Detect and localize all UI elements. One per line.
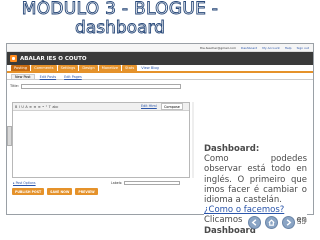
next-slide-button[interactable] xyxy=(282,216,295,229)
tab-comments[interactable]: Comments xyxy=(31,65,57,71)
text-color-icon[interactable]: A xyxy=(25,105,27,109)
blogger-logo-icon xyxy=(10,55,17,62)
underline-icon[interactable]: U xyxy=(21,105,23,109)
callout-body: Como podedes observar está todo en inglé… xyxy=(204,154,307,206)
account-email: the.teacher@gmail.com xyxy=(199,45,237,50)
slide-navigation xyxy=(248,216,295,229)
align-center-icon[interactable]: ≡ xyxy=(33,105,36,109)
tab-monetize[interactable]: Monetize xyxy=(98,65,122,71)
labels-input[interactable] xyxy=(124,181,181,185)
editor-side-gutter xyxy=(192,102,194,178)
quote-icon[interactable]: " xyxy=(46,105,48,109)
home-slide-button[interactable] xyxy=(265,216,278,229)
bold-icon[interactable]: B xyxy=(15,105,17,109)
subtab-new-post[interactable]: New Post xyxy=(11,74,35,79)
labels-label: Labels: xyxy=(111,181,123,185)
callout-question: ¿Como o facemos? xyxy=(204,205,285,216)
tab-posting[interactable]: Posting xyxy=(11,65,31,71)
spellcheck-icon[interactable]: abc xyxy=(52,105,58,109)
sign-out-link[interactable]: Sign out xyxy=(297,46,309,50)
edit-html-tab[interactable]: Edit Html xyxy=(139,103,159,110)
callout-heading: Dashboard: xyxy=(204,144,260,154)
post-title-row: Title: xyxy=(7,80,313,92)
slide-title-line2: dashboard xyxy=(75,18,166,38)
tab-design[interactable]: Design xyxy=(79,65,98,71)
slide-title: MÓDULO 3 - BLOGUE - dashboard xyxy=(0,0,240,38)
subtab-edit-pages[interactable]: Edit Pages xyxy=(61,75,85,79)
post-title-input[interactable] xyxy=(20,83,181,89)
tab-stats[interactable]: Stats xyxy=(122,65,138,71)
help-link[interactable]: Help xyxy=(285,46,292,50)
my-account-link[interactable]: My Account xyxy=(262,46,279,50)
align-right-icon[interactable]: ≡ xyxy=(38,105,41,109)
blog-name: ABALAR IES O COUTO xyxy=(20,55,87,62)
post-actions: PUBLISH POST SAVE NOW PREVIEW xyxy=(12,188,98,195)
font-icon[interactable]: T xyxy=(49,105,51,109)
publish-post-button[interactable]: PUBLISH POST xyxy=(12,188,45,195)
tab-settings[interactable]: Settings xyxy=(57,65,79,71)
arrow-left-icon xyxy=(251,219,257,226)
align-left-icon[interactable]: ≡ xyxy=(29,105,32,109)
preview-button[interactable]: PREVIEW xyxy=(75,188,98,195)
save-now-button[interactable]: SAVE NOW xyxy=(47,188,73,195)
bullet-list-icon[interactable]: • xyxy=(42,105,44,109)
tab-view-blog[interactable]: View Blog xyxy=(138,65,162,71)
arrow-right-icon xyxy=(286,219,292,226)
compose-tab[interactable]: Compose xyxy=(161,103,183,110)
page-number: 33 xyxy=(297,218,306,226)
previous-slide-button[interactable] xyxy=(248,216,261,229)
account-bar: the.teacher@gmail.com Dashboard My Accou… xyxy=(7,44,313,52)
post-title-label: Title: xyxy=(10,84,19,88)
home-icon xyxy=(268,219,275,226)
italic-icon[interactable]: I xyxy=(19,105,20,109)
blog-header: ABALAR IES O COUTO xyxy=(7,52,313,65)
main-tabs: Posting Comments Settings Design Monetiz… xyxy=(7,65,313,73)
dashboard-link[interactable]: Dashboard xyxy=(241,46,257,50)
posting-subtabs: New Post Edit Posts Edit Pages xyxy=(7,73,313,80)
slide-title-line1: MÓDULO 3 - BLOGUE - xyxy=(21,0,219,19)
post-options-link[interactable]: ▸ Post Options xyxy=(13,181,36,185)
post-editor[interactable]: B I U A ≡ ≡ ≡ • " T abc Edit Html Compos… xyxy=(12,102,190,178)
labels-row: Labels: xyxy=(111,181,181,185)
subtab-edit-posts[interactable]: Edit Posts xyxy=(37,75,60,79)
collapse-handle[interactable] xyxy=(7,126,12,146)
